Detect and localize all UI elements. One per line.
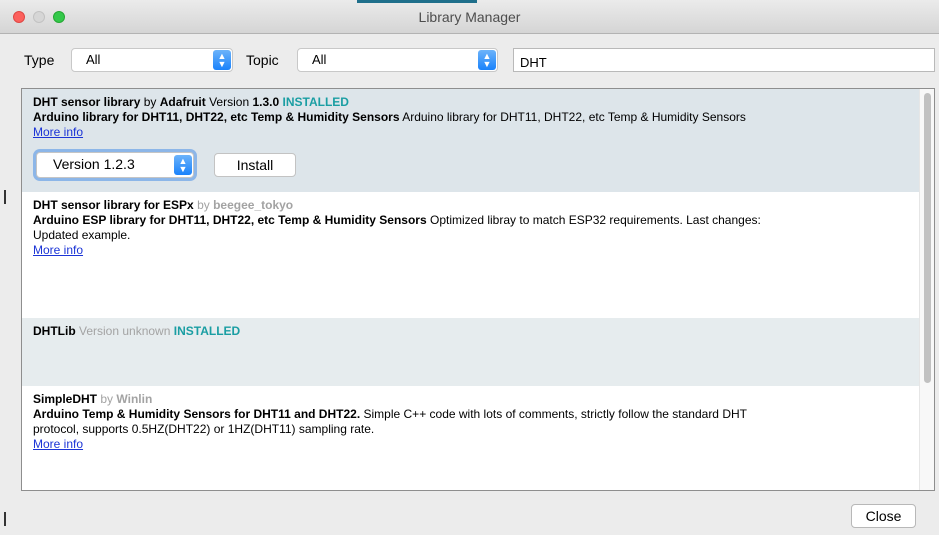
type-select[interactable]: All ▲ ▼ — [71, 48, 233, 72]
type-select-value: All — [86, 52, 101, 67]
scrollbar-thumb[interactable] — [924, 93, 931, 383]
version-select-value: Version 1.2.3 — [53, 156, 135, 172]
library-sentence: Arduino library for DHT11, DHT22, etc Te… — [33, 110, 400, 124]
library-item-simpledht[interactable]: SimpleDHT by Winlin Arduino Temp & Humid… — [22, 386, 920, 490]
library-sentence: Arduino ESP library for DHT11, DHT22, et… — [33, 213, 427, 227]
install-button[interactable]: Install — [214, 153, 296, 177]
type-label: Type — [24, 52, 55, 68]
chevron-updown-icon: ▲ ▼ — [213, 50, 231, 70]
filter-bar: Type All ▲ ▼ Topic All ▲ ▼ — [0, 34, 939, 84]
library-name: DHTLib — [33, 324, 76, 338]
library-author: Adafruit — [159, 95, 206, 109]
more-info-link[interactable]: More info — [33, 125, 83, 139]
library-by: by — [197, 198, 210, 212]
more-info-link[interactable]: More info — [33, 437, 83, 451]
library-name: DHT sensor library for ESPx — [33, 198, 194, 212]
library-version-text: Version unknown — [79, 324, 171, 338]
topic-label: Topic — [246, 52, 279, 68]
title-bar: Library Manager — [0, 0, 939, 34]
library-description: Arduino library for DHT11, DHT22, etc Te… — [402, 110, 746, 124]
chevron-updown-icon: ▲ ▼ — [174, 155, 192, 175]
search-input[interactable] — [513, 48, 935, 72]
library-name: DHT sensor library — [33, 95, 141, 109]
library-item-dht-sensor[interactable]: DHT sensor library by Adafruit Version 1… — [22, 89, 920, 192]
library-description: Simple C++ code with lots of comments, s… — [363, 407, 747, 421]
library-description: Optimized libray to match ESP32 requirem… — [430, 213, 761, 227]
library-item-dhtlib[interactable]: DHTLib Version unknown INSTALLED — [22, 318, 920, 386]
installed-badge: INSTALLED — [173, 324, 241, 338]
topic-select-value: All — [312, 52, 327, 67]
library-description-cont: Updated example. — [33, 228, 131, 242]
window-title: Library Manager — [418, 9, 521, 25]
window-edge-mark — [4, 190, 6, 204]
chevron-updown-icon: ▲ ▼ — [478, 50, 496, 70]
library-item-dht-espx[interactable]: DHT sensor library for ESPx by beegee_to… — [22, 192, 920, 318]
library-by: by — [100, 392, 114, 406]
installed-badge: INSTALLED — [282, 95, 349, 109]
library-author: beegee_tokyo — [213, 198, 294, 212]
window-edge-mark — [4, 512, 6, 526]
title-accent — [357, 0, 477, 3]
library-by: by — [143, 95, 157, 109]
version-select[interactable]: Version 1.2.3 ▲ ▼ — [36, 152, 194, 178]
library-sentence: Arduino Temp & Humidity Sensors for DHT1… — [33, 407, 361, 421]
library-author: Winlin — [116, 392, 153, 406]
vertical-scrollbar[interactable] — [919, 89, 934, 490]
topic-select[interactable]: All ▲ ▼ — [297, 48, 498, 72]
library-list: DHT sensor library by Adafruit Version 1… — [21, 88, 935, 491]
library-description-cont: protocol, supports 0.5HZ(DHT22) or 1HZ(D… — [33, 422, 375, 436]
library-version-label: Version — [209, 95, 250, 109]
more-info-link[interactable]: More info — [33, 243, 83, 257]
library-name: SimpleDHT — [33, 392, 98, 406]
library-version: 1.3.0 — [252, 95, 280, 109]
close-button[interactable]: Close — [851, 504, 916, 528]
